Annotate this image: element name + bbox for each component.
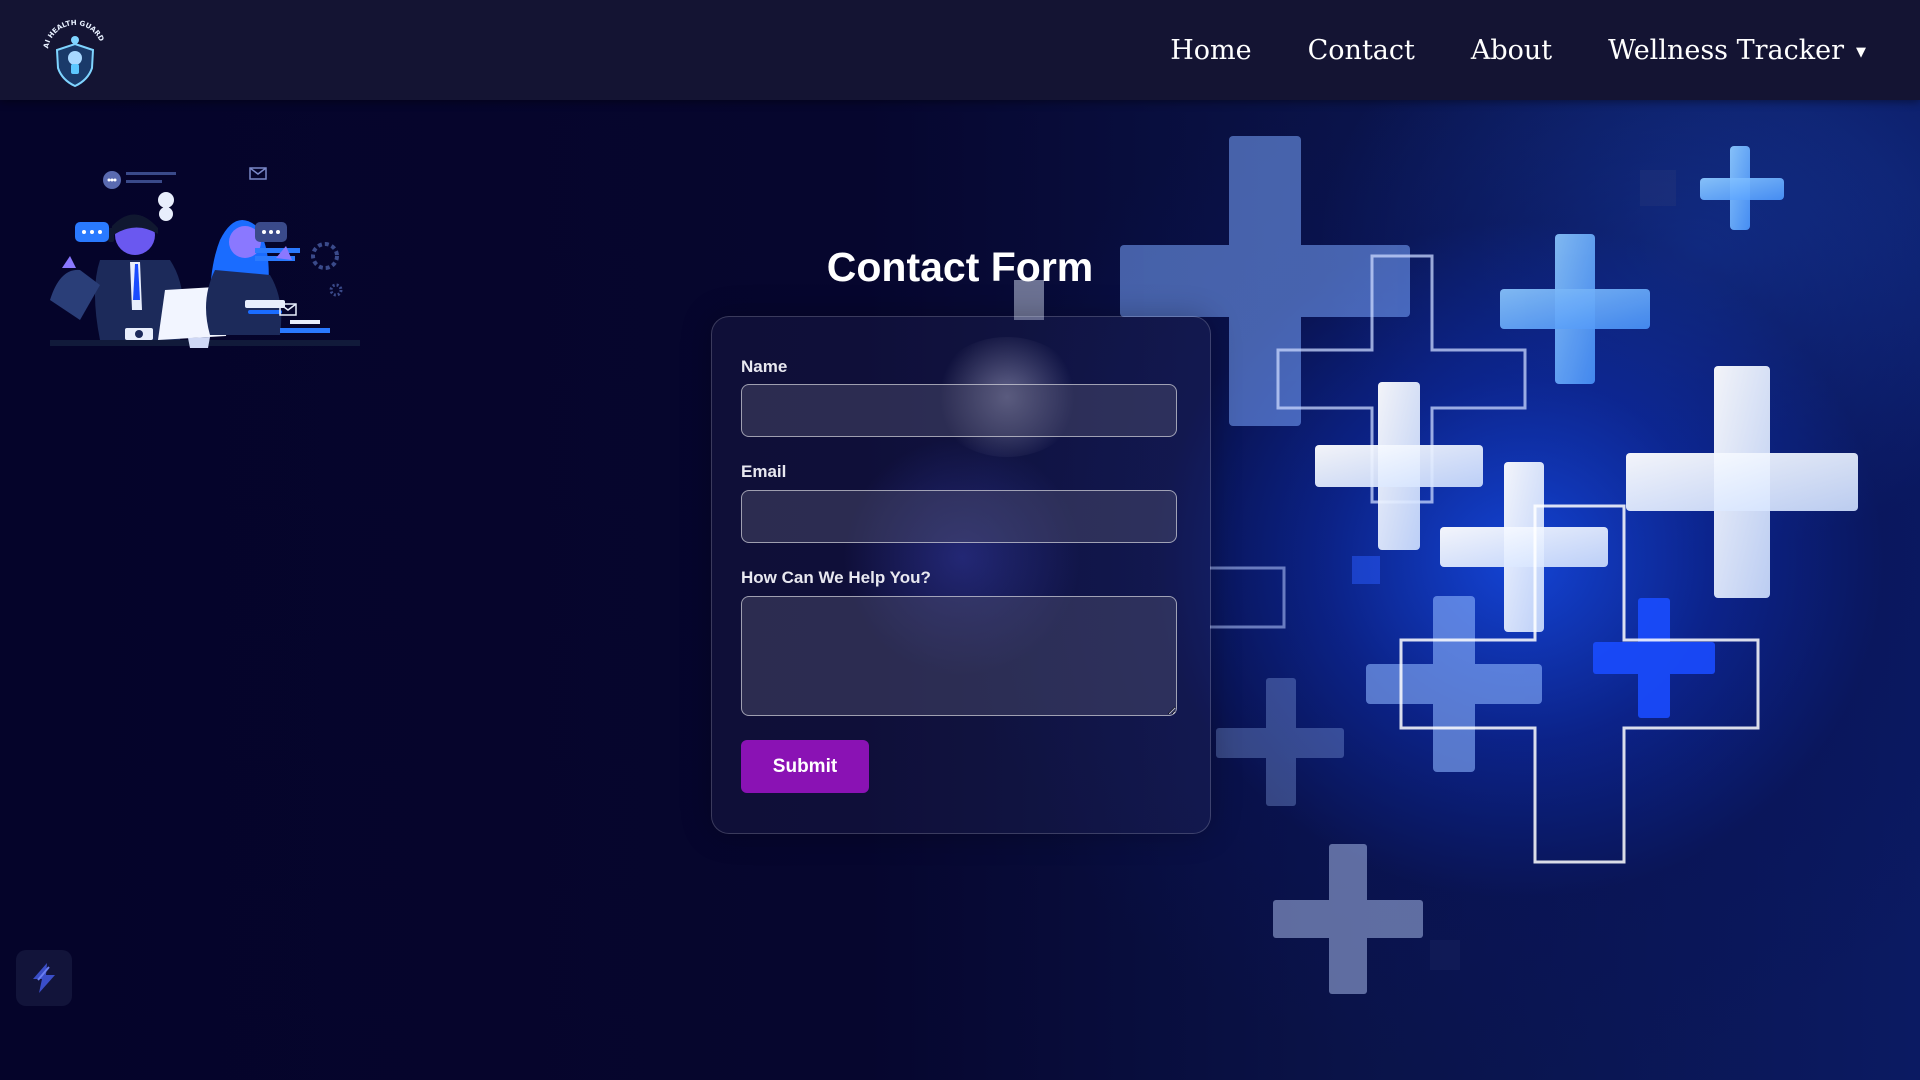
cross-faded-bottom — [1273, 844, 1423, 994]
caret-down-icon: ▼ — [1856, 44, 1866, 60]
main-navigation: Home Contact About Wellness Tracker ▼ — [1170, 0, 1866, 100]
name-label: Name — [741, 357, 788, 376]
cross-white-right — [1626, 366, 1858, 598]
contact-form-card: Name Email How Can We Help You? Submit — [711, 316, 1211, 834]
cross-blue — [1500, 234, 1650, 384]
lightning-widget-icon — [33, 963, 55, 993]
brand-logo[interactable]: AI HEALTH GUARD — [38, 18, 112, 92]
cross-faded-left — [1216, 678, 1344, 806]
nav-wellness-tracker-label: Wellness Tracker — [1608, 34, 1844, 66]
cross-deep-blue — [1593, 598, 1715, 718]
outline-fragment-left — [1210, 566, 1286, 629]
nav-about[interactable]: About — [1471, 35, 1552, 66]
nav-contact[interactable]: Contact — [1308, 35, 1415, 66]
shield-logo-icon: AI HEALTH GUARD — [42, 19, 106, 88]
top-navbar: AI HEALTH GUARD Home Contact About Welln… — [0, 0, 1920, 100]
support-team-illustration — [50, 167, 360, 348]
floating-widget-button[interactable] — [16, 950, 72, 1006]
cross-small-top-right — [1700, 146, 1784, 230]
email-label: Email — [741, 462, 787, 481]
message-textarea[interactable] — [741, 596, 1177, 716]
nav-wellness-tracker-dropdown[interactable]: Wellness Tracker ▼ — [1608, 35, 1866, 66]
name-input[interactable] — [741, 384, 1177, 437]
contact-form-title: Contact Form — [826, 244, 1094, 290]
message-label: How Can We Help You? — [741, 568, 931, 587]
email-input[interactable] — [741, 490, 1177, 543]
submit-button[interactable]: Submit — [741, 740, 869, 793]
nav-home[interactable]: Home — [1170, 35, 1251, 66]
